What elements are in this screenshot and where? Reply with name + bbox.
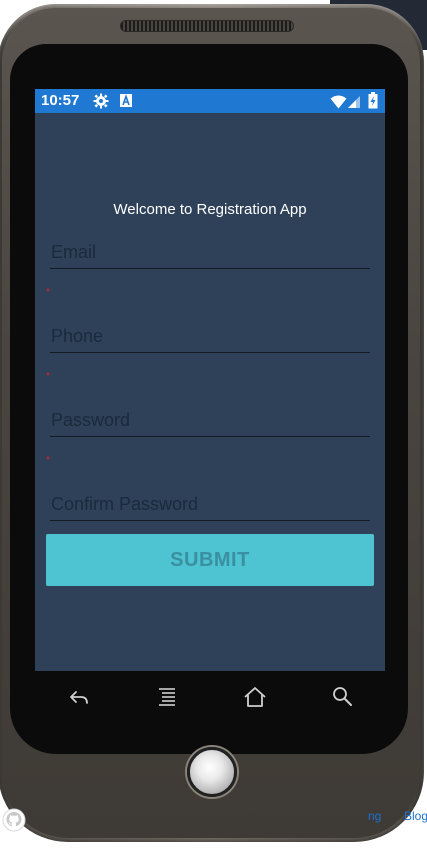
phone-required-marker: *: [46, 371, 50, 382]
footer-link-blog[interactable]: Blog: [404, 809, 427, 823]
trackball-button[interactable]: [187, 747, 237, 797]
gear-icon: [93, 93, 109, 113]
footer-link-partial[interactable]: ng: [368, 809, 381, 823]
email-field[interactable]: [50, 238, 371, 266]
menu-icon[interactable]: [153, 683, 183, 711]
battery-charging-icon: [368, 92, 378, 113]
phone-field-container: [50, 322, 371, 353]
wifi-icon: [330, 94, 347, 113]
a-notification-icon: [119, 93, 133, 112]
submit-button[interactable]: SUBMIT: [46, 534, 374, 586]
email-field-container: [50, 238, 371, 269]
search-icon[interactable]: [328, 683, 358, 711]
device-screen: 10:57 Welcome to Registration App Email …: [35, 89, 385, 671]
speaker-grille: [120, 20, 294, 32]
confirm-password-field-container: [50, 490, 371, 521]
back-icon[interactable]: [64, 683, 94, 711]
confirm-password-field[interactable]: [50, 490, 371, 518]
page: 10:57 Welcome to Registration App Email …: [0, 0, 427, 855]
phone-field[interactable]: [50, 322, 371, 350]
welcome-title: Welcome to Registration App: [113, 201, 307, 218]
password-required-marker: *: [46, 455, 50, 466]
github-icon[interactable]: [2, 808, 26, 832]
password-field-container: [50, 406, 371, 437]
home-icon[interactable]: [240, 683, 270, 711]
email-required-marker: *: [46, 287, 50, 298]
status-bar: 10:57: [35, 89, 385, 113]
password-field[interactable]: [50, 406, 371, 434]
status-time: 10:57: [41, 92, 80, 109]
cellular-signal-icon: [347, 94, 361, 113]
